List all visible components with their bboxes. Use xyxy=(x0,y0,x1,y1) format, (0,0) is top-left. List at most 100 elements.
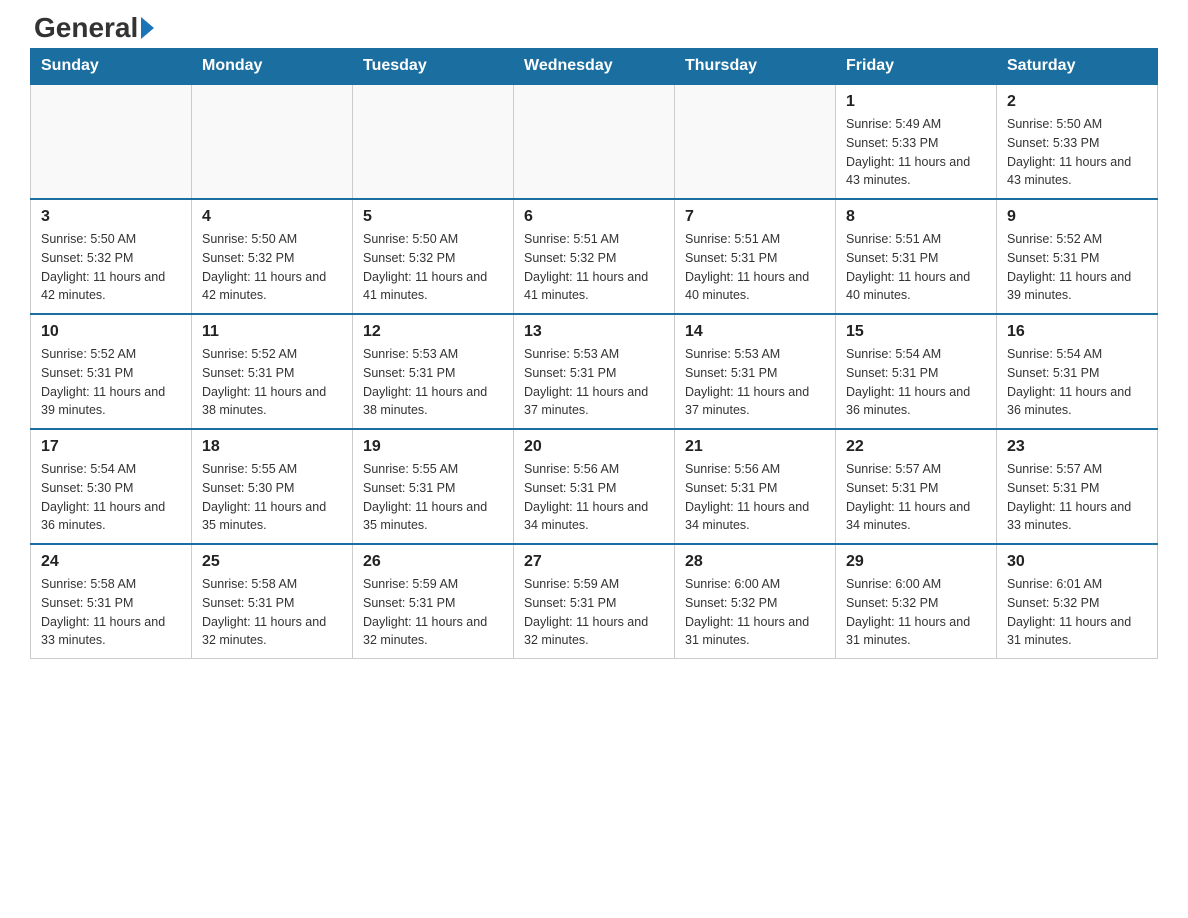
day-number: 2 xyxy=(1007,93,1147,111)
calendar-header-wednesday: Wednesday xyxy=(514,49,675,85)
calendar-header-saturday: Saturday xyxy=(997,49,1158,85)
calendar-header-row: SundayMondayTuesdayWednesdayThursdayFrid… xyxy=(31,49,1158,85)
day-number: 28 xyxy=(685,553,825,571)
calendar-header-friday: Friday xyxy=(836,49,997,85)
day-number: 14 xyxy=(685,323,825,341)
day-number: 25 xyxy=(202,553,342,571)
day-number: 24 xyxy=(41,553,181,571)
day-info: Sunrise: 5:50 AM Sunset: 5:32 PM Dayligh… xyxy=(202,230,342,305)
calendar-cell: 1 Sunrise: 5:49 AM Sunset: 5:33 PM Daylig… xyxy=(836,84,997,199)
day-info: Sunrise: 5:55 AM Sunset: 5:30 PM Dayligh… xyxy=(202,460,342,535)
calendar-header-tuesday: Tuesday xyxy=(353,49,514,85)
calendar-cell: 7 Sunrise: 5:51 AM Sunset: 5:31 PM Daylig… xyxy=(675,199,836,314)
day-info: Sunrise: 5:58 AM Sunset: 5:31 PM Dayligh… xyxy=(202,575,342,650)
calendar-cell: 5 Sunrise: 5:50 AM Sunset: 5:32 PM Daylig… xyxy=(353,199,514,314)
day-number: 4 xyxy=(202,208,342,226)
calendar-week-row-4: 24 Sunrise: 5:58 AM Sunset: 5:31 PM Dayli… xyxy=(31,544,1158,659)
day-number: 12 xyxy=(363,323,503,341)
day-info: Sunrise: 5:50 AM Sunset: 5:33 PM Dayligh… xyxy=(1007,115,1147,190)
calendar-cell: 18 Sunrise: 5:55 AM Sunset: 5:30 PM Dayli… xyxy=(192,429,353,544)
calendar-cell: 3 Sunrise: 5:50 AM Sunset: 5:32 PM Daylig… xyxy=(31,199,192,314)
header: General xyxy=(30,20,1158,38)
calendar-table: SundayMondayTuesdayWednesdayThursdayFrid… xyxy=(30,48,1158,659)
day-info: Sunrise: 5:51 AM Sunset: 5:32 PM Dayligh… xyxy=(524,230,664,305)
day-info: Sunrise: 5:58 AM Sunset: 5:31 PM Dayligh… xyxy=(41,575,181,650)
logo-arrow-icon xyxy=(141,17,154,39)
day-number: 17 xyxy=(41,438,181,456)
day-info: Sunrise: 5:53 AM Sunset: 5:31 PM Dayligh… xyxy=(685,345,825,420)
calendar-cell: 22 Sunrise: 5:57 AM Sunset: 5:31 PM Dayli… xyxy=(836,429,997,544)
day-info: Sunrise: 5:54 AM Sunset: 5:30 PM Dayligh… xyxy=(41,460,181,535)
day-info: Sunrise: 5:51 AM Sunset: 5:31 PM Dayligh… xyxy=(685,230,825,305)
calendar-week-row-3: 17 Sunrise: 5:54 AM Sunset: 5:30 PM Dayli… xyxy=(31,429,1158,544)
calendar-cell: 29Sunrise: 6:00 AM Sunset: 5:32 PM Dayli… xyxy=(836,544,997,659)
day-info: Sunrise: 6:00 AM Sunset: 5:32 PM Dayligh… xyxy=(685,575,825,650)
calendar-cell: 25 Sunrise: 5:58 AM Sunset: 5:31 PM Dayli… xyxy=(192,544,353,659)
day-number: 5 xyxy=(363,208,503,226)
logo-general-text: General xyxy=(34,12,138,44)
day-number: 29 xyxy=(846,553,986,571)
calendar-cell: 19 Sunrise: 5:55 AM Sunset: 5:31 PM Dayli… xyxy=(353,429,514,544)
day-number: 8 xyxy=(846,208,986,226)
calendar-cell: 4 Sunrise: 5:50 AM Sunset: 5:32 PM Daylig… xyxy=(192,199,353,314)
calendar-cell xyxy=(675,84,836,199)
calendar-cell xyxy=(514,84,675,199)
day-number: 20 xyxy=(524,438,664,456)
day-number: 22 xyxy=(846,438,986,456)
day-number: 19 xyxy=(363,438,503,456)
day-number: 30 xyxy=(1007,553,1147,571)
calendar-header-monday: Monday xyxy=(192,49,353,85)
day-info: Sunrise: 5:52 AM Sunset: 5:31 PM Dayligh… xyxy=(41,345,181,420)
day-info: Sunrise: 5:56 AM Sunset: 5:31 PM Dayligh… xyxy=(685,460,825,535)
day-number: 10 xyxy=(41,323,181,341)
calendar-week-row-1: 3 Sunrise: 5:50 AM Sunset: 5:32 PM Daylig… xyxy=(31,199,1158,314)
calendar-cell: 27Sunrise: 5:59 AM Sunset: 5:31 PM Dayli… xyxy=(514,544,675,659)
calendar-header-thursday: Thursday xyxy=(675,49,836,85)
logo: General xyxy=(30,20,157,38)
calendar-cell: 26Sunrise: 5:59 AM Sunset: 5:31 PM Dayli… xyxy=(353,544,514,659)
calendar-cell: 23Sunrise: 5:57 AM Sunset: 5:31 PM Dayli… xyxy=(997,429,1158,544)
calendar-cell: 16Sunrise: 5:54 AM Sunset: 5:31 PM Dayli… xyxy=(997,314,1158,429)
day-info: Sunrise: 5:52 AM Sunset: 5:31 PM Dayligh… xyxy=(1007,230,1147,305)
calendar-cell: 15Sunrise: 5:54 AM Sunset: 5:31 PM Dayli… xyxy=(836,314,997,429)
day-number: 18 xyxy=(202,438,342,456)
day-number: 3 xyxy=(41,208,181,226)
calendar-cell: 8 Sunrise: 5:51 AM Sunset: 5:31 PM Daylig… xyxy=(836,199,997,314)
calendar-cell: 13Sunrise: 5:53 AM Sunset: 5:31 PM Dayli… xyxy=(514,314,675,429)
calendar-cell: 9Sunrise: 5:52 AM Sunset: 5:31 PM Daylig… xyxy=(997,199,1158,314)
day-info: Sunrise: 5:50 AM Sunset: 5:32 PM Dayligh… xyxy=(363,230,503,305)
calendar-header-sunday: Sunday xyxy=(31,49,192,85)
calendar-cell: 14 Sunrise: 5:53 AM Sunset: 5:31 PM Dayli… xyxy=(675,314,836,429)
day-info: Sunrise: 5:53 AM Sunset: 5:31 PM Dayligh… xyxy=(524,345,664,420)
calendar-cell: 28 Sunrise: 6:00 AM Sunset: 5:32 PM Dayli… xyxy=(675,544,836,659)
calendar-cell: 6 Sunrise: 5:51 AM Sunset: 5:32 PM Daylig… xyxy=(514,199,675,314)
calendar-week-row-0: 1 Sunrise: 5:49 AM Sunset: 5:33 PM Daylig… xyxy=(31,84,1158,199)
day-info: Sunrise: 5:54 AM Sunset: 5:31 PM Dayligh… xyxy=(846,345,986,420)
calendar-week-row-2: 10 Sunrise: 5:52 AM Sunset: 5:31 PM Dayli… xyxy=(31,314,1158,429)
calendar-cell: 12 Sunrise: 5:53 AM Sunset: 5:31 PM Dayli… xyxy=(353,314,514,429)
calendar-cell xyxy=(192,84,353,199)
day-info: Sunrise: 5:55 AM Sunset: 5:31 PM Dayligh… xyxy=(363,460,503,535)
calendar-cell: 30Sunrise: 6:01 AM Sunset: 5:32 PM Dayli… xyxy=(997,544,1158,659)
day-number: 6 xyxy=(524,208,664,226)
calendar-cell: 20 Sunrise: 5:56 AM Sunset: 5:31 PM Dayli… xyxy=(514,429,675,544)
day-number: 11 xyxy=(202,323,342,341)
day-info: Sunrise: 5:52 AM Sunset: 5:31 PM Dayligh… xyxy=(202,345,342,420)
day-number: 1 xyxy=(846,93,986,111)
calendar-cell: 2 Sunrise: 5:50 AM Sunset: 5:33 PM Daylig… xyxy=(997,84,1158,199)
day-info: Sunrise: 5:59 AM Sunset: 5:31 PM Dayligh… xyxy=(524,575,664,650)
calendar-cell: 24 Sunrise: 5:58 AM Sunset: 5:31 PM Dayli… xyxy=(31,544,192,659)
day-info: Sunrise: 5:57 AM Sunset: 5:31 PM Dayligh… xyxy=(846,460,986,535)
day-info: Sunrise: 5:50 AM Sunset: 5:32 PM Dayligh… xyxy=(41,230,181,305)
day-info: Sunrise: 5:49 AM Sunset: 5:33 PM Dayligh… xyxy=(846,115,986,190)
day-number: 7 xyxy=(685,208,825,226)
day-info: Sunrise: 5:51 AM Sunset: 5:31 PM Dayligh… xyxy=(846,230,986,305)
day-info: Sunrise: 5:54 AM Sunset: 5:31 PM Dayligh… xyxy=(1007,345,1147,420)
day-info: Sunrise: 5:53 AM Sunset: 5:31 PM Dayligh… xyxy=(363,345,503,420)
day-info: Sunrise: 5:56 AM Sunset: 5:31 PM Dayligh… xyxy=(524,460,664,535)
calendar-cell: 10 Sunrise: 5:52 AM Sunset: 5:31 PM Dayli… xyxy=(31,314,192,429)
calendar-cell: 17 Sunrise: 5:54 AM Sunset: 5:30 PM Dayli… xyxy=(31,429,192,544)
calendar-cell xyxy=(31,84,192,199)
day-info: Sunrise: 5:59 AM Sunset: 5:31 PM Dayligh… xyxy=(363,575,503,650)
calendar-cell: 11 Sunrise: 5:52 AM Sunset: 5:31 PM Dayli… xyxy=(192,314,353,429)
